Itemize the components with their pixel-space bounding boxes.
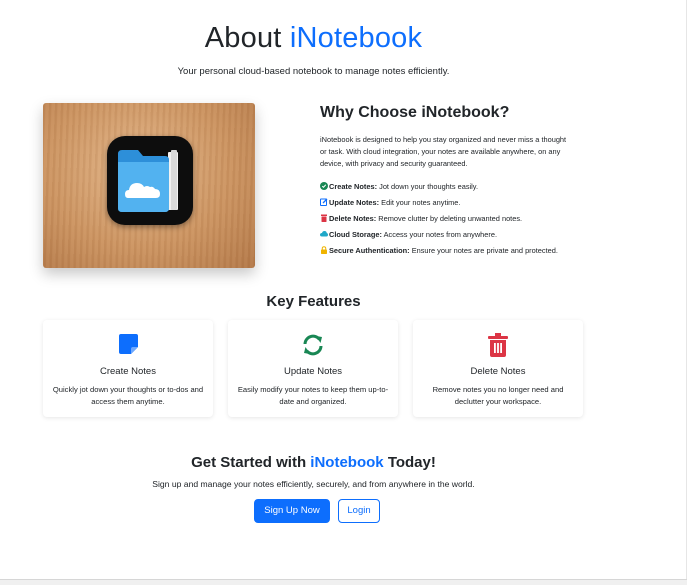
sticky-note-icon: [119, 334, 138, 354]
why-heading: Why Choose iNotebook?: [320, 104, 580, 122]
list-item: Cloud Storage: Access your notes from an…: [320, 227, 580, 243]
sign-up-button[interactable]: Sign Up Now: [254, 499, 330, 523]
trash-icon: [321, 214, 327, 222]
card-text: Easily modify your notes to keep them up…: [237, 385, 389, 406]
card-text: Remove notes you no longer need and decl…: [432, 385, 564, 406]
feature-card-delete: Delete Notes Remove notes you no longer …: [413, 320, 583, 417]
cta-subtitle: Sign up and manage your notes efficientl…: [152, 479, 475, 489]
feature-title: Update Notes:: [329, 198, 380, 207]
app-folder-cloud-icon: [107, 136, 193, 225]
list-item: Create Notes: Jot down your thoughts eas…: [320, 179, 580, 195]
lock-icon: [321, 246, 327, 254]
why-heading-brand: iNotebook?: [421, 104, 510, 121]
list-item: Secure Authentication: Ensure your notes…: [320, 243, 580, 259]
feature-card-update: Update Notes Easily modify your notes to…: [228, 320, 398, 417]
why-heading-prefix: Why Choose: [320, 104, 417, 121]
horizontal-scrollbar[interactable]: [0, 579, 687, 585]
feature-text: Remove clutter by deleting unwanted note…: [378, 214, 523, 223]
feature-text: Edit your notes anytime.: [381, 198, 461, 207]
about-page: About iNotebook Your personal cloud-base…: [0, 0, 687, 585]
card-title: Create Notes: [100, 366, 156, 377]
feature-list: Create Notes: Jot down your thoughts eas…: [320, 179, 580, 259]
login-button[interactable]: Login: [338, 499, 380, 523]
title-brand: iNotebook: [289, 22, 423, 54]
page-subtitle: Your personal cloud-based notebook to ma…: [177, 66, 450, 77]
check-circle-icon: [320, 182, 328, 190]
why-description: iNotebook is designed to help you stay o…: [320, 135, 567, 168]
card-text: Quickly jot down your thoughts or to-dos…: [52, 385, 204, 406]
feature-title: Cloud Storage:: [329, 230, 382, 239]
key-features-heading: Key Features: [266, 293, 361, 310]
cta-heading-suffix: Today!: [387, 454, 436, 471]
feature-title: Delete Notes:: [329, 214, 377, 223]
feature-text: Access your notes from anywhere.: [383, 230, 497, 239]
edit-icon: [320, 198, 328, 206]
cloud-icon: [320, 231, 328, 237]
sync-icon: [303, 334, 323, 356]
title-prefix: About: [204, 22, 282, 54]
trash-icon: [488, 333, 508, 357]
feature-title: Secure Authentication:: [329, 246, 410, 255]
page-title: About iNotebook: [0, 22, 627, 55]
feature-text: Jot down your thoughts easily.: [379, 182, 478, 191]
card-title: Update Notes: [283, 366, 343, 377]
list-item: Delete Notes: Remove clutter by deleting…: [320, 211, 580, 227]
cta-heading-prefix: Get Started with: [191, 454, 307, 471]
feature-title: Create Notes:: [329, 182, 378, 191]
card-title: Delete Notes: [470, 366, 526, 377]
feature-text: Ensure your notes are private and protec…: [411, 246, 558, 255]
cta-heading-brand: iNotebook: [310, 454, 384, 471]
app-illustration: [43, 103, 255, 268]
cta-heading: Get Started with iNotebook Today!: [0, 454, 627, 471]
list-item: Update Notes: Edit your notes anytime.: [320, 195, 580, 211]
feature-card-create: Create Notes Quickly jot down your thoug…: [43, 320, 213, 417]
why-choose-section: Why Choose iNotebook? iNotebook is desig…: [320, 104, 580, 259]
